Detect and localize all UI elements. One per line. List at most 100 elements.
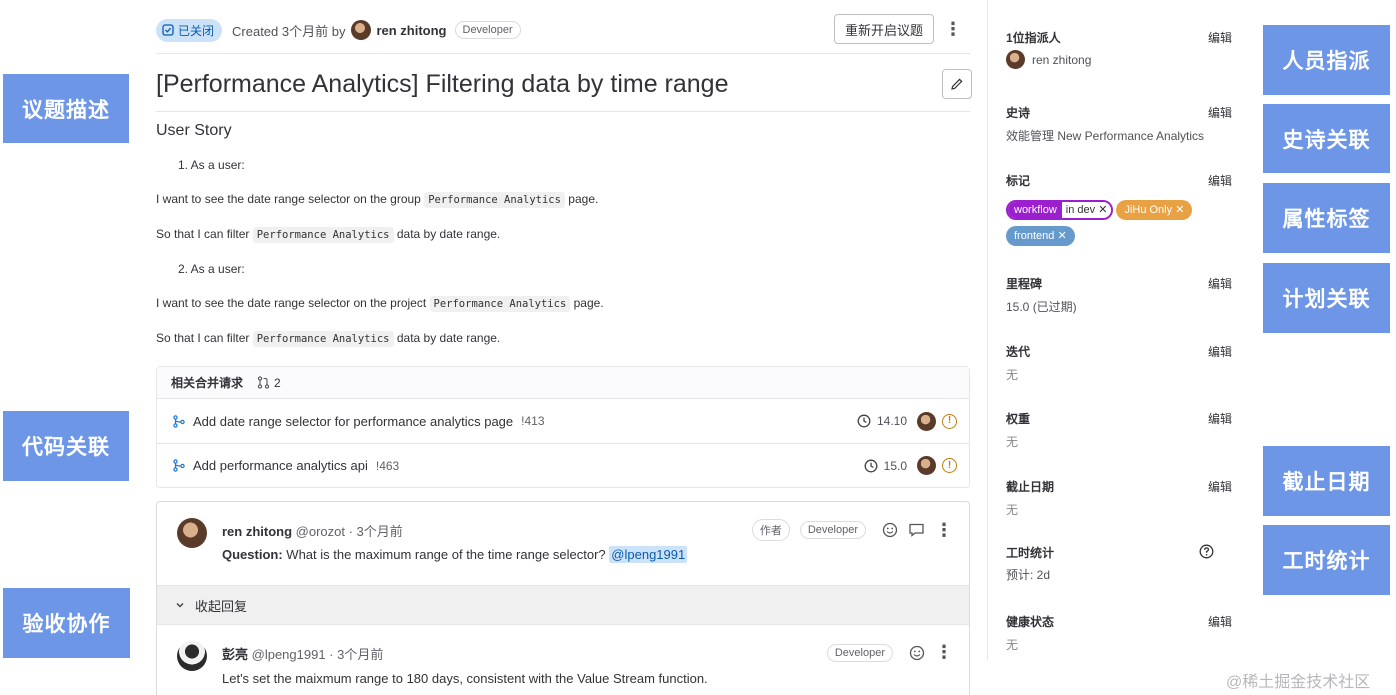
note-author-name[interactable]: 彭亮 xyxy=(222,647,248,662)
story-heading: User Story xyxy=(156,122,232,139)
edit-epic-link[interactable]: 编辑 xyxy=(1208,104,1232,121)
sidebar-iteration: 迭代 编辑 无 xyxy=(1006,343,1234,383)
sidebar-label: 标记 xyxy=(1006,174,1031,188)
discussion-thread: ren zhitong @orozot · 3个月前 作者 Developer … xyxy=(156,501,970,695)
role-badge: Developer xyxy=(799,521,866,539)
author-link[interactable]: ren zhitong xyxy=(376,23,446,38)
related-mr-header: 相关合并请求 2 xyxy=(157,367,969,399)
sidebar-label: 健康状态 xyxy=(1006,615,1055,629)
edit-assignee-link[interactable]: 编辑 xyxy=(1208,29,1232,46)
note: 彭亮 @lpeng1991 · 3个月前 Developer ⋮ Let's s… xyxy=(157,625,969,695)
weight-value: 无 xyxy=(1006,435,1019,449)
description-line: I want to see the date range selector on… xyxy=(156,192,599,208)
page-title: [Performance Analytics] Filtering data b… xyxy=(156,70,729,98)
more-actions-icon[interactable]: ⋮ xyxy=(935,642,953,663)
watermark: @稀土掘金技术社区 xyxy=(1226,674,1371,691)
close-icon[interactable]: ✕ xyxy=(1057,226,1066,246)
description-line: I want to see the date range selector on… xyxy=(156,296,604,312)
clock-icon xyxy=(857,414,871,428)
label-chip[interactable]: workflow in dev ✕ xyxy=(1006,200,1114,220)
mr-count: 2 xyxy=(257,376,281,390)
avatar[interactable] xyxy=(917,411,936,431)
note-author: 彭亮 @lpeng1991 · 3个月前 xyxy=(222,644,383,663)
user-mention[interactable]: @lpeng1991 xyxy=(609,546,688,563)
related-merge-requests: 相关合并请求 2 Add date range selector for per… xyxy=(156,366,970,488)
list-item[interactable]: Add performance analytics api !463 15.0 … xyxy=(157,443,969,487)
note-author-name[interactable]: ren zhitong xyxy=(222,524,292,539)
sidebar-weight: 权重 编辑 无 xyxy=(1006,410,1234,450)
mr-title[interactable]: Add performance analytics api xyxy=(193,458,368,473)
mr-milestone: 14.10 xyxy=(876,414,907,428)
assignee-name[interactable]: ren zhitong xyxy=(1032,53,1091,67)
label-chip[interactable]: JiHu Only ✕ xyxy=(1116,200,1193,220)
avatar[interactable] xyxy=(351,20,372,40)
sidebar-label: 迭代 xyxy=(1006,345,1031,359)
reopen-issue-button[interactable]: 重新开启议题 xyxy=(833,14,934,44)
epic-value[interactable]: 效能管理 New Performance Analytics xyxy=(1006,127,1234,144)
status-text: 已关闭 xyxy=(178,23,215,38)
mr-meta: 14.10 ! xyxy=(857,411,957,431)
emoji-icon[interactable] xyxy=(909,645,925,661)
sidebar-time-tracking: 工时统计 预计: 2d xyxy=(1006,544,1234,583)
edit-milestone-link[interactable]: 编辑 xyxy=(1208,275,1232,292)
reply-icon[interactable] xyxy=(908,522,925,538)
sidebar-due-date: 截止日期 编辑 无 xyxy=(1006,478,1234,518)
collapse-label: 收起回复 xyxy=(195,598,248,614)
more-actions-icon[interactable]: ⋮ xyxy=(935,520,953,541)
avatar[interactable] xyxy=(177,641,207,671)
callout-plan-link: 计划关联 xyxy=(1263,263,1390,333)
issue-closed-icon xyxy=(162,24,174,36)
mr-ref: !413 xyxy=(521,414,545,428)
avatar[interactable] xyxy=(177,518,207,548)
label-chip[interactable]: frontend ✕ xyxy=(1006,226,1075,246)
issue-main: 已关闭 Created 3个月前 by ren zhitong Develope… xyxy=(156,0,972,695)
edit-weight-link[interactable]: 编辑 xyxy=(1208,410,1232,427)
mr-title[interactable]: Add date range selector for performance … xyxy=(193,414,513,429)
merge-request-icon xyxy=(173,459,185,472)
warning-icon: ! xyxy=(942,413,957,429)
more-actions-icon[interactable]: ⋮ xyxy=(944,20,962,38)
close-icon[interactable]: ✕ xyxy=(1098,202,1107,218)
health-value: 无 xyxy=(1006,638,1019,652)
issue-header: 已关闭 Created 3个月前 by ren zhitong Develope… xyxy=(156,14,970,46)
assignee-value: ren zhitong xyxy=(1006,50,1234,69)
issue-sidebar: 1位指派人 编辑 ren zhitong 史诗 编辑 效能管理 New Perf… xyxy=(987,0,1247,660)
callout-due-date: 截止日期 xyxy=(1263,446,1390,516)
callout-time-tracking: 工时统计 xyxy=(1263,525,1390,595)
edit-title-button[interactable] xyxy=(942,69,972,99)
description-line: So that I can filter Performance Analyti… xyxy=(156,227,501,243)
note-actions: 作者 Developer ⋮ xyxy=(751,519,953,541)
chevron-down-icon xyxy=(176,603,184,608)
avatar[interactable] xyxy=(1006,50,1025,69)
mr-milestone: 15.0 xyxy=(883,458,907,473)
edit-iteration-link[interactable]: 编辑 xyxy=(1208,343,1232,360)
callout-attribute-labels: 属性标签 xyxy=(1263,183,1390,253)
close-icon[interactable]: ✕ xyxy=(1175,200,1184,220)
author-badge: 作者 xyxy=(751,519,790,541)
list-item: 1. As a user: xyxy=(178,158,245,172)
header-divider xyxy=(156,53,970,54)
sidebar-label: 截止日期 xyxy=(1006,480,1055,494)
title-divider xyxy=(156,111,970,112)
emoji-icon[interactable] xyxy=(882,522,898,538)
label-list: workflow in dev ✕ JiHu Only ✕ frontend ✕ xyxy=(1006,196,1234,248)
note-meta: @lpeng1991 · 3个月前 xyxy=(251,647,384,662)
list-item[interactable]: Add date range selector for performance … xyxy=(157,399,969,443)
callout-assignee: 人员指派 xyxy=(1263,25,1390,95)
collapse-replies-toggle[interactable]: 收起回复 xyxy=(157,585,969,625)
role-badge: Developer xyxy=(826,643,893,662)
mr-ref: !463 xyxy=(375,458,400,473)
edit-due-date-link[interactable]: 编辑 xyxy=(1208,478,1232,495)
note-body: Let's set the maixmum range to 180 days,… xyxy=(222,671,708,686)
milestone-value[interactable]: 15.0 (已过期) xyxy=(1006,298,1234,315)
note-body: Question: What is the maximum range of t… xyxy=(222,546,688,563)
callout-acceptance: 验收协作 xyxy=(3,588,130,658)
help-icon[interactable] xyxy=(1199,544,1214,559)
avatar[interactable] xyxy=(917,456,936,475)
related-mr-title: 相关合并请求 xyxy=(171,376,244,390)
note: ren zhitong @orozot · 3个月前 作者 Developer … xyxy=(157,502,969,585)
edit-labels-link[interactable]: 编辑 xyxy=(1208,172,1232,189)
edit-health-link[interactable]: 编辑 xyxy=(1208,613,1232,630)
list-item: 2. As a user: xyxy=(178,262,245,276)
callout-code-link: 代码关联 xyxy=(3,411,129,481)
